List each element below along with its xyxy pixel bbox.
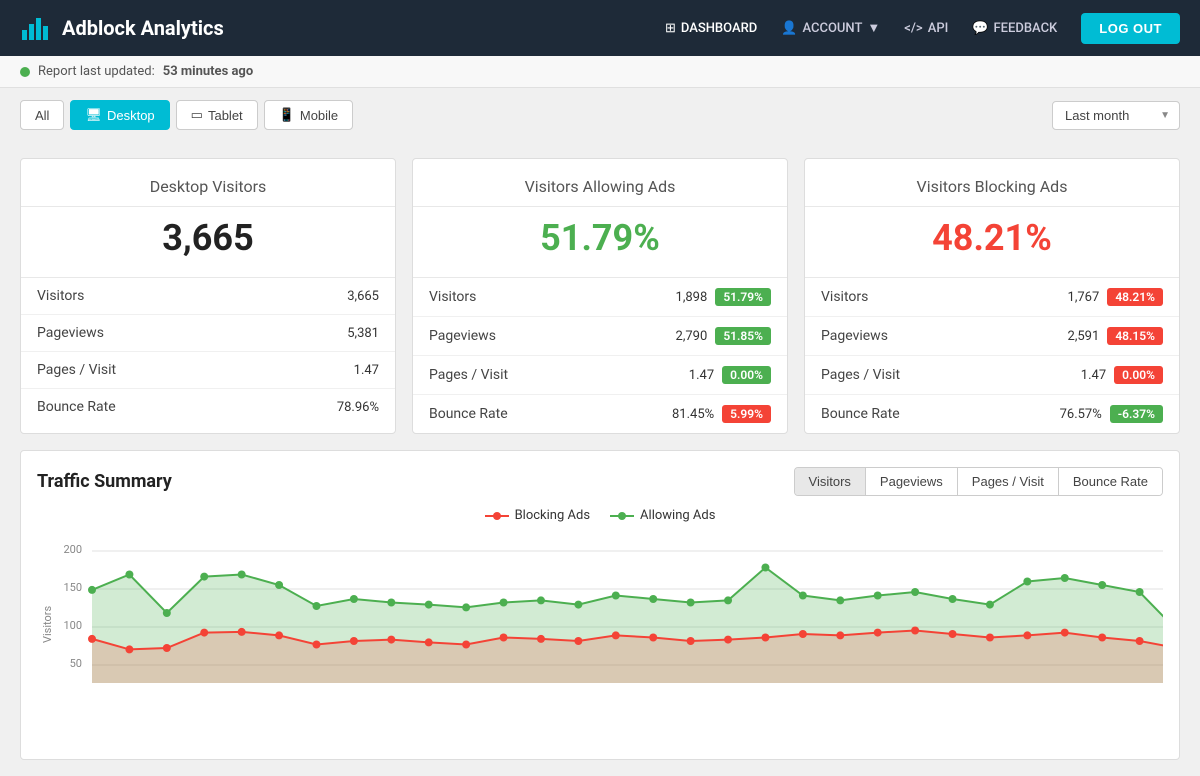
tab-all[interactable]: All: [20, 100, 64, 130]
main-nav: ⊞ DASHBOARD 👤 ACCOUNT ▼ </> API 💬 FEEDBA…: [665, 13, 1180, 44]
tab-bounce-rate[interactable]: Bounce Rate: [1059, 468, 1162, 495]
card-rows-blocking: Visitors 1,767 48.21% Pageviews 2,591 48…: [805, 278, 1179, 433]
nav-feedback[interactable]: 💬 FEEDBACK: [972, 21, 1057, 36]
traffic-summary: Traffic Summary Visitors Pageviews Pages…: [20, 450, 1180, 760]
nav-account[interactable]: 👤 ACCOUNT ▼: [781, 20, 880, 36]
row-bounce-rate-desktop: Bounce Rate 78.96%: [21, 389, 395, 425]
feedback-icon: 💬: [972, 21, 988, 36]
legend-line-allowing: [610, 510, 634, 522]
logout-button[interactable]: LOG OUT: [1081, 13, 1180, 44]
chevron-down-icon: ▼: [867, 20, 880, 36]
date-filter-wrapper: Last month Last 7 days Last 30 days Last…: [1052, 101, 1180, 130]
row-visitors-blocking: Visitors 1,767 48.21%: [805, 278, 1179, 317]
tab-pageviews[interactable]: Pageviews: [866, 468, 958, 495]
legend-allowing: Allowing Ads: [610, 508, 715, 523]
legend-blocking: Blocking Ads: [485, 508, 590, 523]
traffic-summary-title: Traffic Summary: [37, 471, 172, 492]
tablet-icon: ▭: [191, 107, 203, 123]
logo: Adblock Analytics: [20, 12, 665, 44]
card-title-desktop: Desktop Visitors: [21, 159, 395, 207]
tab-desktop[interactable]: 🖥 Desktop: [70, 100, 169, 130]
badge-bounce-allowing: 5.99%: [722, 405, 771, 423]
desktop-icon: 🖥: [85, 107, 102, 123]
badge-pageviews-blocking: 48.15%: [1107, 327, 1163, 345]
row-visitors-allowing: Visitors 1,898 51.79%: [413, 278, 787, 317]
api-icon: </>: [904, 21, 922, 36]
nav-dashboard[interactable]: ⊞ DASHBOARD: [665, 21, 757, 36]
row-pages-per-visit-allowing: Pages / Visit 1.47 0.00%: [413, 356, 787, 395]
badge-ppv-allowing: 0.00%: [722, 366, 771, 384]
traffic-metric-tabs: Visitors Pageviews Pages / Visit Bounce …: [794, 467, 1163, 496]
account-icon: 👤: [781, 21, 797, 36]
logo-text: Adblock Analytics: [62, 16, 224, 40]
stat-cards: Desktop Visitors 3,665 Visitors 3,665 Pa…: [20, 158, 1180, 434]
card-value-blocking: 48.21%: [805, 207, 1179, 278]
card-value-desktop: 3,665: [21, 207, 395, 278]
tab-mobile[interactable]: 📱 Mobile: [264, 100, 353, 130]
chart-svg: 200 150 100 50 Visitors: [37, 533, 1163, 733]
row-pageviews-desktop: Pageviews 5,381: [21, 315, 395, 352]
nav-api[interactable]: </> API: [904, 21, 948, 36]
card-title-blocking: Visitors Blocking Ads: [805, 159, 1179, 207]
row-pages-per-visit-desktop: Pages / Visit 1.47: [21, 352, 395, 389]
header: Adblock Analytics ⊞ DASHBOARD 👤 ACCOUNT …: [0, 0, 1200, 56]
report-updated-time: 53 minutes ago: [163, 64, 253, 79]
device-filter-tabs: All 🖥 Desktop ▭ Tablet 📱 Mobile: [20, 100, 353, 130]
legend-line-blocking: [485, 510, 509, 522]
report-updated-label: Report last updated:: [38, 64, 155, 79]
tab-visitors[interactable]: Visitors: [795, 468, 866, 495]
date-select[interactable]: Last month Last 7 days Last 30 days Last…: [1052, 101, 1180, 130]
card-blocking-ads: Visitors Blocking Ads 48.21% Visitors 1,…: [804, 158, 1180, 434]
badge-visitors-blocking: 48.21%: [1107, 288, 1163, 306]
badge-pageviews-allowing: 51.85%: [715, 327, 771, 345]
svg-text:150: 150: [63, 581, 82, 594]
tab-pages-per-visit[interactable]: Pages / Visit: [958, 468, 1059, 495]
tab-tablet[interactable]: ▭ Tablet: [176, 100, 258, 130]
card-allowing-ads: Visitors Allowing Ads 51.79% Visitors 1,…: [412, 158, 788, 434]
mobile-icon: 📱: [279, 107, 295, 123]
card-value-allowing: 51.79%: [413, 207, 787, 278]
row-pageviews-allowing: Pageviews 2,790 51.85%: [413, 317, 787, 356]
row-bounce-rate-allowing: Bounce Rate 81.45% 5.99%: [413, 395, 787, 433]
row-pageviews-blocking: Pageviews 2,591 48.15%: [805, 317, 1179, 356]
dashboard-icon: ⊞: [665, 21, 676, 36]
row-visitors-desktop: Visitors 3,665: [21, 278, 395, 315]
card-rows-allowing: Visitors 1,898 51.79% Pageviews 2,790 51…: [413, 278, 787, 433]
badge-ppv-blocking: 0.00%: [1114, 366, 1163, 384]
badge-visitors-allowing: 51.79%: [715, 288, 771, 306]
card-title-allowing: Visitors Allowing Ads: [413, 159, 787, 207]
main-content: Desktop Visitors 3,665 Visitors 3,665 Pa…: [0, 142, 1200, 776]
chart-legend: Blocking Ads Allowing Ads: [37, 508, 1163, 523]
traffic-chart: 200 150 100 50 Visitors: [37, 533, 1163, 743]
svg-text:Visitors: Visitors: [41, 605, 54, 643]
filter-bar: All 🖥 Desktop ▭ Tablet 📱 Mobile Last mon…: [0, 88, 1200, 142]
status-dot: [20, 67, 30, 77]
card-desktop-visitors: Desktop Visitors 3,665 Visitors 3,665 Pa…: [20, 158, 396, 434]
svg-text:200: 200: [63, 543, 82, 556]
logo-icon: [20, 12, 52, 44]
badge-bounce-blocking: -6.37%: [1110, 405, 1163, 423]
svg-text:50: 50: [70, 657, 82, 670]
subheader: Report last updated: 53 minutes ago: [0, 56, 1200, 88]
traffic-summary-header: Traffic Summary Visitors Pageviews Pages…: [37, 467, 1163, 496]
row-bounce-rate-blocking: Bounce Rate 76.57% -6.37%: [805, 395, 1179, 433]
card-rows-desktop: Visitors 3,665 Pageviews 5,381 Pages / V…: [21, 278, 395, 425]
row-pages-per-visit-blocking: Pages / Visit 1.47 0.00%: [805, 356, 1179, 395]
svg-text:100: 100: [63, 619, 82, 632]
